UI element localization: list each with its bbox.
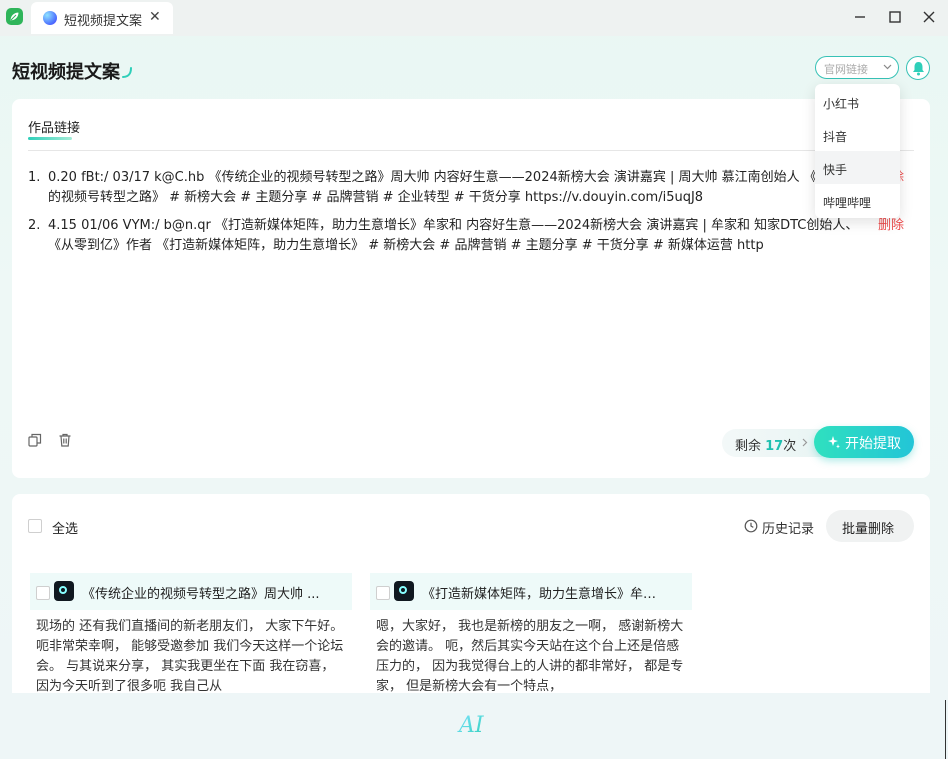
link-source-dropdown: 小红书 抖音 快手 哔哩哔哩 (815, 84, 900, 218)
tab-app-icon (43, 11, 57, 25)
dropdown-option-xiaohongshu[interactable]: 小红书 (815, 85, 900, 118)
link-source-select[interactable]: 官网链接 (815, 56, 899, 79)
result-checkbox[interactable] (36, 586, 50, 600)
link-input-panel: 作品链接 1. 0.20 fBt:/ 03/17 k@C.hb 《传统企业的视频… (12, 99, 930, 478)
tab-short-video[interactable]: 短视频提文案 ✕ (31, 2, 173, 34)
link-item-number: 1. (28, 170, 41, 185)
result-checkbox[interactable] (376, 586, 390, 600)
trash-icon[interactable] (58, 433, 72, 447)
history-clock-icon[interactable] (744, 519, 758, 533)
section-underline (28, 137, 72, 140)
maximize-icon[interactable] (887, 9, 903, 25)
dropdown-option-kuaishou[interactable]: 快手 (815, 151, 900, 184)
dropdown-option-label: 哔哩哔哩 (823, 196, 872, 210)
minimize-icon[interactable] (852, 9, 868, 25)
results-panel: 全选 历史记录 批量删除 《传统企业的视频号转型之路》周大帅 ... 现场的 还… (12, 494, 930, 693)
history-link[interactable]: 历史记录 (762, 518, 814, 537)
result-card-header: 《传统企业的视频号转型之路》周大帅 ... (30, 573, 352, 610)
remaining-suffix: 次 (783, 439, 797, 454)
close-window-icon[interactable] (921, 9, 937, 25)
chevron-down-icon (883, 64, 892, 70)
batch-delete-button[interactable]: 批量删除 (826, 510, 914, 542)
dropdown-option-label: 小红书 (823, 97, 860, 111)
result-thumbnail (54, 581, 74, 601)
start-extract-label: 开始提取 (845, 436, 901, 452)
dropdown-option-bilibili[interactable]: 哔哩哔哩 (815, 184, 900, 217)
window-edge (945, 700, 946, 759)
page-title: 短视频提文案 (12, 62, 120, 83)
link-delete-button[interactable]: 删除 (878, 216, 904, 236)
section-divider (28, 150, 914, 151)
result-title[interactable]: 《传统企业的视频号转型之路》周大帅 ... (82, 583, 328, 602)
link-item-text[interactable]: 4.15 01/06 VYM:/ b@n.qr 《打造新媒体矩阵，助力生意增长》… (48, 216, 874, 256)
title-swoosh-icon (122, 67, 132, 78)
result-thumbnail (394, 581, 414, 601)
remaining-count: 17 (765, 439, 784, 454)
tab-label: 短视频提文案 (64, 14, 143, 29)
ai-logo-text: AI (457, 713, 485, 738)
start-extract-button[interactable]: 开始提取 (814, 426, 914, 458)
link-item-text[interactable]: 0.20 fBt:/ 03/17 k@C.hb 《传统企业的视频号转型之路》周大… (48, 168, 874, 208)
bell-icon (913, 62, 924, 76)
title-bar: 短视频提文案 ✕ (0, 0, 948, 36)
remaining-text: 剩余 17次 (735, 435, 796, 454)
select-all-checkbox[interactable] (28, 519, 42, 533)
sparkle-icon (828, 436, 840, 449)
dropdown-option-label: 抖音 (823, 130, 848, 144)
result-transcript: 嗯，大家好， 我也是新榜的朋友之一啊， 感谢新榜大会的邀请。 呃，然后其实今天站… (376, 619, 684, 693)
ai-logo: AI (457, 713, 485, 738)
link-source-select-label: 官网链接 (824, 63, 868, 76)
tab-close-icon[interactable]: ✕ (149, 9, 161, 25)
select-all-label: 全选 (52, 522, 79, 537)
remaining-prefix: 剩余 (735, 439, 766, 454)
result-card: 《传统企业的视频号转型之路》周大帅 ... 现场的 还有我们直播间的新老朋友们，… (30, 573, 352, 693)
dropdown-option-douyin[interactable]: 抖音 (815, 118, 900, 151)
result-title[interactable]: 《打造新媒体矩阵，助力生意增长》牟家... (422, 583, 668, 602)
result-card-header: 《打造新媒体矩阵，助力生意增长》牟家... (370, 573, 692, 610)
chevron-right-icon (802, 438, 808, 447)
app-leaf-icon (6, 8, 23, 25)
section-label-links: 作品链接 (28, 121, 81, 136)
result-card: 《打造新媒体矩阵，助力生意增长》牟家... 嗯，大家好， 我也是新榜的朋友之一啊… (370, 573, 692, 693)
result-transcript: 现场的 还有我们直播间的新老朋友们， 大家下午好。 呃非常荣幸啊， 能够受邀参加… (36, 619, 344, 693)
dropdown-option-label: 快手 (823, 163, 848, 177)
batch-delete-label: 批量删除 (842, 522, 895, 537)
notification-button[interactable] (906, 56, 930, 80)
link-item-number: 2. (28, 218, 41, 233)
copy-icon[interactable] (28, 433, 42, 447)
